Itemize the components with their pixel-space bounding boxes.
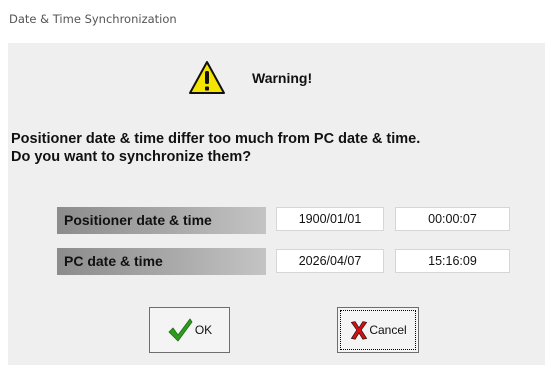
ok-button-label: OK bbox=[194, 323, 213, 337]
ok-button[interactable]: OK bbox=[149, 307, 230, 353]
pc-date-field: 2026/04/07 bbox=[276, 249, 384, 273]
red-x-icon bbox=[351, 321, 368, 340]
warning-icon bbox=[189, 61, 225, 94]
pc-datetime-label: PC date & time bbox=[57, 248, 266, 275]
cancel-button-label: Cancel bbox=[369, 323, 407, 337]
cancel-button[interactable]: Cancel bbox=[337, 307, 419, 353]
message-line-2: Do you want to synchronize them? bbox=[11, 149, 252, 165]
checkmark-icon bbox=[168, 318, 193, 342]
sync-dialog-window: Date & Time Synchronization Warning! Pos… bbox=[0, 0, 545, 365]
positioner-datetime-label: Positioner date & time bbox=[57, 207, 266, 234]
title-bar[interactable]: Date & Time Synchronization bbox=[0, 0, 545, 43]
positioner-time-field: 00:00:07 bbox=[395, 207, 510, 231]
positioner-date-field: 1900/01/01 bbox=[276, 207, 384, 231]
window-title: Date & Time Synchronization bbox=[9, 12, 177, 26]
warning-heading: Warning! bbox=[252, 70, 313, 86]
dialog-body bbox=[8, 43, 545, 365]
pc-time-field: 15:16:09 bbox=[395, 249, 510, 273]
message-line-1: Positioner date & time differ too much f… bbox=[11, 131, 421, 147]
